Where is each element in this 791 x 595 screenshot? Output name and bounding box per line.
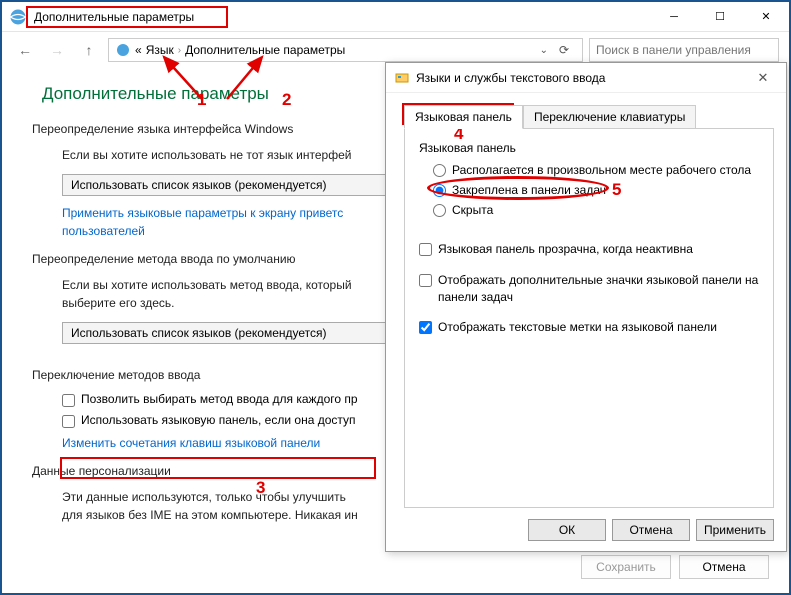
- cb-transparent[interactable]: [419, 243, 432, 256]
- refresh-icon[interactable]: ⟳: [552, 43, 576, 57]
- breadcrumb-chevron: «: [135, 43, 142, 57]
- cancel-button-dlg[interactable]: Отмена: [612, 519, 690, 541]
- radio-float-label: Располагается в произвольном месте рабоч…: [452, 163, 751, 177]
- dialog-icon: [394, 70, 410, 86]
- titlebar: Дополнительные параметры ─ ☐ ✕: [2, 2, 789, 32]
- cb-extraicons-row[interactable]: Отображать дополнительные значки языково…: [419, 272, 759, 306]
- control-panel-icon: [115, 42, 131, 58]
- dialog-title: Языки и службы текстового ввода: [416, 71, 605, 85]
- dialog-close-button[interactable]: ✕: [748, 70, 778, 86]
- radio-docked-label: Закреплена в панели задач: [452, 183, 606, 197]
- app-icon: [8, 7, 28, 27]
- cb-transparent-label: Языковая панель прозрачна, когда неактив…: [438, 241, 693, 258]
- window-title: Дополнительные параметры: [34, 10, 651, 24]
- cb-extraicons-label: Отображать дополнительные значки языково…: [438, 272, 759, 306]
- main-footer: Сохранить Отмена: [581, 555, 769, 579]
- address-dropdown-icon[interactable]: ⌄: [540, 45, 548, 56]
- cb-textlabels-label: Отображать текстовые метки на языковой п…: [438, 319, 717, 336]
- tab-langbar[interactable]: Языковая панель: [404, 105, 523, 129]
- up-button[interactable]: ↑: [76, 37, 102, 63]
- tab-switch[interactable]: Переключение клавиатуры: [523, 105, 696, 129]
- back-button[interactable]: ←: [12, 37, 38, 63]
- ok-button[interactable]: ОК: [528, 519, 606, 541]
- radio-hidden[interactable]: [433, 204, 446, 217]
- radio-hidden-label: Скрыта: [452, 203, 493, 217]
- minimize-button[interactable]: ─: [651, 2, 697, 32]
- per-app-input-label: Позволить выбирать метод ввода для каждо…: [81, 392, 358, 406]
- langbar-dialog: Языки и службы текстового ввода ✕ Языков…: [385, 62, 787, 552]
- cb-transparent-row[interactable]: Языковая панель прозрачна, когда неактив…: [419, 241, 759, 258]
- breadcrumb-item-advanced[interactable]: Дополнительные параметры: [185, 43, 345, 57]
- radio-hidden-row[interactable]: Скрыта: [433, 203, 759, 217]
- dialog-tabs: Языковая панель Переключение клавиатуры: [404, 105, 774, 129]
- radio-float[interactable]: [433, 164, 446, 177]
- close-button[interactable]: ✕: [743, 2, 789, 32]
- window-controls: ─ ☐ ✕: [651, 2, 789, 32]
- breadcrumb-item-lang[interactable]: Язык: [146, 43, 174, 57]
- breadcrumb-separator: ›: [178, 45, 181, 56]
- save-button[interactable]: Сохранить: [581, 555, 671, 579]
- radio-float-row[interactable]: Располагается в произвольном месте рабоч…: [433, 163, 759, 177]
- search-input[interactable]: [596, 43, 772, 57]
- breadcrumb-bar[interactable]: « Язык › Дополнительные параметры ⌄ ⟳: [108, 38, 583, 62]
- dialog-footer: ОК Отмена Применить: [528, 519, 774, 541]
- maximize-button[interactable]: ☐: [697, 2, 743, 32]
- cb-textlabels-row[interactable]: Отображать текстовые метки на языковой п…: [419, 319, 759, 336]
- cb-extraicons[interactable]: [419, 274, 432, 287]
- apply-button[interactable]: Применить: [696, 519, 774, 541]
- use-langbar-checkbox[interactable]: [62, 415, 75, 428]
- search-box[interactable]: [589, 38, 779, 62]
- langbar-group-title: Языковая панель: [419, 141, 759, 155]
- dialog-panel: Языковая панель Располагается в произвол…: [404, 128, 774, 508]
- use-langbar-label: Использовать языковую панель, если она д…: [81, 413, 356, 427]
- forward-button[interactable]: →: [44, 37, 70, 63]
- cb-textlabels[interactable]: [419, 321, 432, 334]
- dialog-titlebar: Языки и службы текстового ввода ✕: [386, 63, 786, 93]
- radio-docked-row[interactable]: Закреплена в панели задач: [433, 183, 759, 197]
- radio-docked[interactable]: [433, 184, 446, 197]
- per-app-input-checkbox[interactable]: [62, 394, 75, 407]
- cancel-button-main[interactable]: Отмена: [679, 555, 769, 579]
